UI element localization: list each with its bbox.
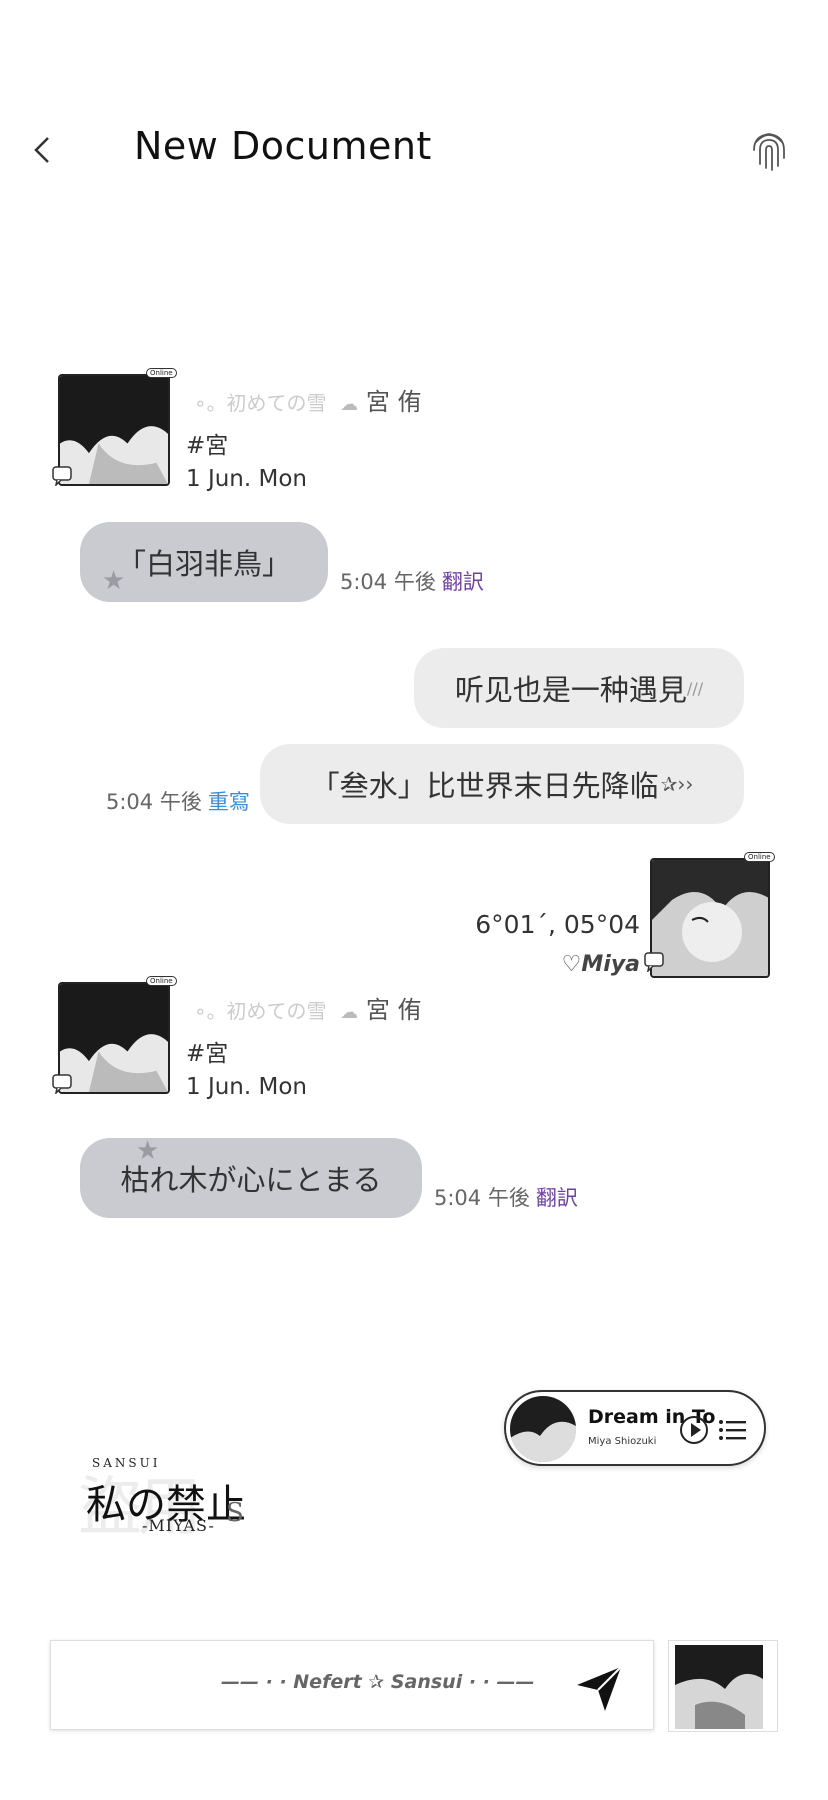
- online-badge: Online: [146, 368, 177, 378]
- post-tag: #宮: [186, 1041, 229, 1067]
- top-bar: New Document: [0, 100, 828, 200]
- chevron-left-icon: [34, 137, 49, 163]
- page-title: New Document: [134, 124, 432, 168]
- logo-small-text: SANSUI: [92, 1456, 161, 1470]
- rewrite-link[interactable]: 重寫: [208, 790, 250, 814]
- photo-thumbnail: [675, 1645, 763, 1729]
- avatar[interactable]: [58, 982, 170, 1094]
- message-time: 5:04 午後: [106, 790, 202, 814]
- message-text: 听见也是一种遇見: [454, 673, 687, 707]
- message-meta: 5:04 午後 翻訳: [340, 566, 484, 596]
- message-meta: 5:04 午後 重寫: [106, 786, 250, 816]
- cloud-icon: ☁: [340, 1002, 359, 1023]
- playlist-icon[interactable]: [718, 1416, 748, 1444]
- cloud-icon: ☁: [340, 394, 359, 415]
- play-button[interactable]: [680, 1416, 708, 1444]
- message-text: 「叁水」比世界末日先降临: [310, 769, 659, 803]
- translate-link[interactable]: 翻訳: [536, 1186, 578, 1210]
- logo-sub-text: -MIYAS-: [142, 1516, 215, 1535]
- pentagram-icon: ✰››: [660, 772, 694, 796]
- star-icon: ★: [136, 1138, 160, 1166]
- post-heading: ∘。初めての雪 ☁ 宮 侑: [194, 382, 421, 417]
- faint-caption: ∘。初めての雪: [194, 999, 327, 1023]
- post-date: 1 Jun. Mon: [186, 1074, 307, 1100]
- outgoing-message-bubble[interactable]: 听见也是一种遇見 ///: [414, 648, 744, 728]
- coordinates-text: 6°01´, 05°04: [475, 910, 640, 939]
- author-name: 宮 侑: [365, 388, 422, 416]
- translate-link[interactable]: 翻訳: [442, 570, 484, 594]
- incoming-message-bubble[interactable]: 枯れ木が心にとまる ★: [80, 1138, 422, 1218]
- author-name: 宮 侑: [365, 996, 422, 1024]
- incoming-post-header: Online ∘。初めての雪 ☁ 宮 侑 #宮 1 Jun. Mon: [52, 368, 612, 504]
- message-composer[interactable]: —— · · Nefert ✰ Sansui · · ——: [50, 1640, 654, 1730]
- send-icon: [577, 1666, 622, 1711]
- fingerprint-icon: [753, 133, 785, 171]
- fingerprint-button[interactable]: [746, 124, 792, 174]
- post-tag: #宮: [186, 433, 229, 459]
- logo-s-text: S: [226, 1498, 244, 1528]
- back-button[interactable]: [28, 130, 58, 170]
- chat-bubble-icon: [52, 1074, 72, 1094]
- online-badge: Online: [744, 852, 775, 862]
- album-art: [510, 1396, 576, 1462]
- message-time: 5:04 午後: [434, 1186, 530, 1210]
- send-button[interactable]: [571, 1659, 627, 1715]
- attached-photo[interactable]: [668, 1640, 778, 1732]
- track-artist: Miya Shiozuki: [588, 1436, 657, 1447]
- profile-photo-card[interactable]: [650, 858, 770, 978]
- music-player-widget[interactable]: Dream in To Miya Shiozuki: [504, 1390, 766, 1466]
- incoming-message-bubble[interactable]: 「白羽非鳥」 ★: [80, 522, 328, 602]
- signature-text: ♡Miya: [561, 952, 640, 977]
- message-text: 枯れ木が心にとまる: [120, 1163, 382, 1197]
- chat-bubble-icon: [52, 466, 72, 486]
- post-heading: ∘。初めての雪 ☁ 宮 侑: [194, 990, 421, 1025]
- star-icon: ★: [102, 566, 126, 596]
- brand-logo: 盜用 SANSUI 私の禁止 -MIYAS- S: [78, 1450, 278, 1550]
- faint-caption: ∘。初めての雪: [194, 391, 327, 415]
- avatar[interactable]: [58, 374, 170, 486]
- message-meta: 5:04 午後 翻訳: [434, 1182, 578, 1212]
- message-text: 「白羽非鳥」: [116, 547, 291, 581]
- post-date: 1 Jun. Mon: [186, 466, 307, 492]
- incoming-post-header: Online ∘。初めての雪 ☁ 宮 侑 #宮 1 Jun. Mon: [52, 976, 612, 1112]
- chat-bubble-icon: [644, 952, 664, 972]
- outgoing-message-bubble[interactable]: 「叁水」比世界末日先降临 ✰››: [260, 744, 744, 824]
- online-badge: Online: [146, 976, 177, 986]
- composer-placeholder: —— · · Nefert ✰ Sansui · · ——: [221, 1671, 535, 1693]
- message-time: 5:04 午後: [340, 570, 436, 594]
- hatch-icon: ///: [686, 678, 704, 698]
